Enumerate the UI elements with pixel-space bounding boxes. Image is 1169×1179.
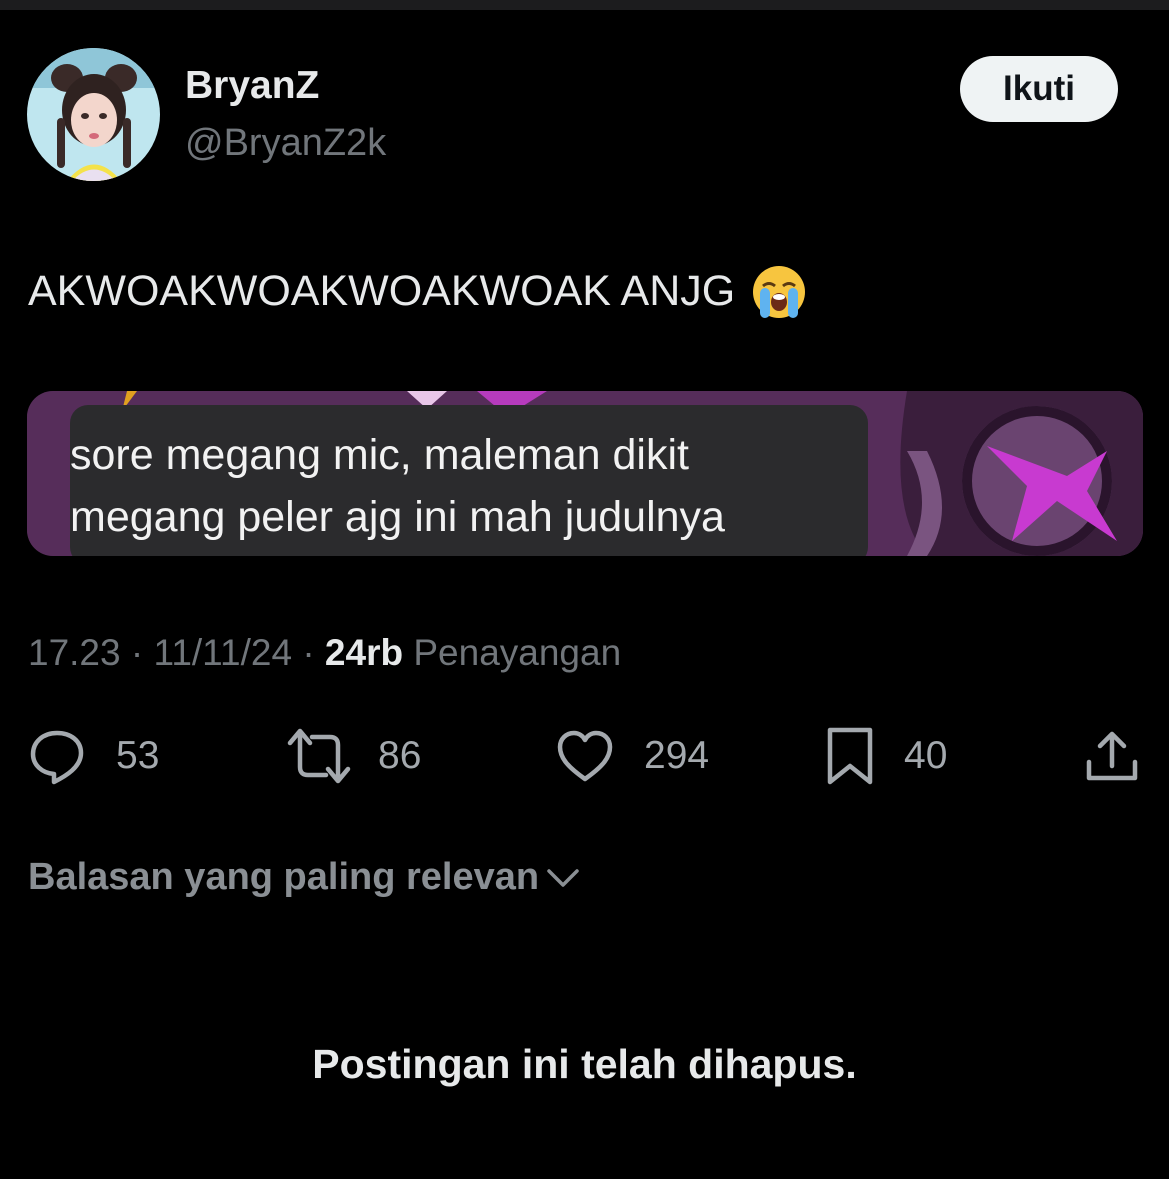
share-button[interactable] [1084, 726, 1140, 786]
chevron-down-icon [547, 868, 579, 887]
bookmark-button[interactable]: 40 [826, 726, 947, 786]
like-count: 294 [644, 734, 710, 777]
bookmark-icon [827, 727, 873, 785]
views-count[interactable]: 24rb [325, 632, 403, 673]
share-icon [1086, 731, 1138, 781]
views-label: Penayangan [413, 632, 622, 673]
follow-button[interactable]: Ikuti [960, 56, 1118, 122]
post-meta: 17.23 · 11/11/24 · 24rb Penayangan [28, 634, 621, 671]
bookmark-count: 40 [904, 734, 948, 777]
reply-button[interactable]: 53 [28, 726, 159, 786]
avatar[interactable] [27, 48, 160, 181]
display-name[interactable]: BryanZ [185, 66, 319, 105]
heart-icon [557, 730, 613, 782]
post-text-container: AKWOAKWOAKWOAKWOAK ANJG [28, 264, 807, 320]
meta-separator: · [302, 632, 315, 673]
like-button[interactable]: 294 [556, 726, 709, 786]
user-handle[interactable]: @BryanZ2k [185, 124, 386, 162]
loudly-crying-face-icon [751, 264, 807, 320]
reply-count: 53 [116, 734, 160, 777]
meta-separator: · [130, 632, 144, 673]
media-caption-line-1: sore megang mic, maleman dikit [70, 431, 689, 479]
repost-button[interactable]: 86 [286, 726, 421, 786]
replies-sort-label: Balasan yang paling relevan [28, 856, 540, 898]
deleted-post-notice: Postingan ini telah dihapus. [312, 1041, 857, 1087]
reply-icon [30, 730, 84, 785]
post-date[interactable]: 11/11/24 [153, 632, 292, 673]
post-time[interactable]: 17.23 [28, 632, 121, 673]
post-text: AKWOAKWOAKWOAKWOAK ANJG [28, 267, 736, 316]
media-caption-line-2: megang peler ajg ini mah judulnya [70, 493, 725, 541]
avatar-image [27, 48, 160, 181]
top-strip [0, 0, 1169, 10]
repost-icon [287, 728, 351, 784]
replies-sort-dropdown[interactable]: Balasan yang paling relevan [28, 856, 581, 899]
repost-count: 86 [378, 734, 422, 777]
